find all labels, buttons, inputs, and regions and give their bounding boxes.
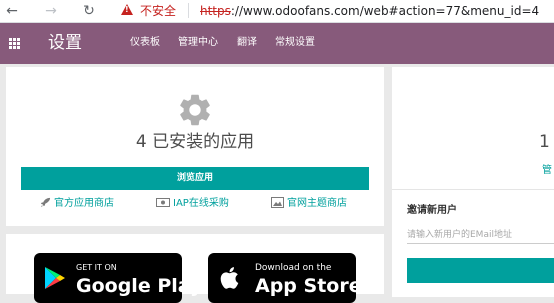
url-scheme: https: [200, 4, 231, 18]
google-play-badge[interactable]: GET IT ON Google Play: [34, 253, 202, 303]
apps-menu-icon[interactable]: [9, 38, 21, 50]
theme-store-link[interactable]: 官网主题商店: [271, 197, 347, 211]
image-icon: [271, 197, 284, 208]
reload-icon[interactable]: ↻: [80, 2, 98, 20]
back-arrow-icon[interactable]: ←: [3, 2, 21, 20]
google-badge-small-text: GET IT ON: [76, 263, 117, 272]
apple-badge-small-text: Download on the: [255, 263, 332, 273]
invite-users-title: 邀请新用户: [407, 205, 457, 216]
menu-item-dashboard[interactable]: 仪表板: [130, 36, 160, 50]
installed-apps-count: 4 已安装的应用: [135, 132, 255, 152]
security-label[interactable]: 不安全: [140, 3, 176, 19]
invite-email-input[interactable]: [407, 227, 554, 244]
url-rest: ://www.odoofans.com/web#action=77&menu_i…: [230, 4, 540, 18]
google-badge-big-text: Google Play: [76, 275, 203, 297]
menu-item-general-settings[interactable]: 常规设置: [275, 36, 315, 50]
manage-users-link[interactable]: 管: [542, 164, 552, 178]
users-card: 1 管 邀请新用户: [392, 67, 554, 297]
apple-badge-big-text: App Store: [255, 275, 362, 297]
invite-button[interactable]: [407, 258, 554, 283]
iap-purchase-label: IAP在线采购: [173, 198, 229, 209]
browse-apps-button[interactable]: 浏览应用: [21, 167, 369, 190]
iap-purchase-link[interactable]: IAP在线采购: [156, 197, 229, 211]
rocket-icon: [40, 197, 51, 208]
users-divider: [392, 189, 554, 190]
theme-store-label: 官网主题商店: [287, 198, 347, 209]
browser-toolbar: ← → ↻ 不安全 https://www.odoofans.com/web#a…: [0, 0, 554, 23]
app-store-badge[interactable]: Download on the App Store: [208, 253, 362, 303]
menu-item-admin-center[interactable]: 管理中心: [178, 36, 218, 50]
menu-item-translations[interactable]: 翻译: [237, 36, 257, 50]
app-title[interactable]: 设置: [48, 32, 82, 54]
url-separator: [188, 3, 189, 18]
google-play-icon: [45, 267, 65, 289]
forward-arrow-icon[interactable]: →: [42, 2, 60, 20]
mobile-apps-card: GET IT ON Google Play Download on the Ap…: [6, 234, 384, 303]
gear-icon: [180, 94, 210, 126]
apple-icon: [220, 267, 239, 289]
active-users-count: 1: [539, 132, 550, 152]
official-app-store-link[interactable]: 官方应用商店: [40, 197, 114, 211]
official-app-store-label: 官方应用商店: [54, 198, 114, 209]
app-top-bar: 设置 仪表板 管理中心 翻译 常规设置: [0, 23, 554, 64]
installed-apps-card: 4 已安装的应用 浏览应用 官方应用商店 IAP在线采购 官网主题商店: [6, 67, 384, 226]
money-icon: [156, 198, 170, 207]
warning-icon[interactable]: [121, 4, 133, 15]
address-bar[interactable]: https://www.odoofans.com/web#action=77&m…: [200, 3, 539, 19]
